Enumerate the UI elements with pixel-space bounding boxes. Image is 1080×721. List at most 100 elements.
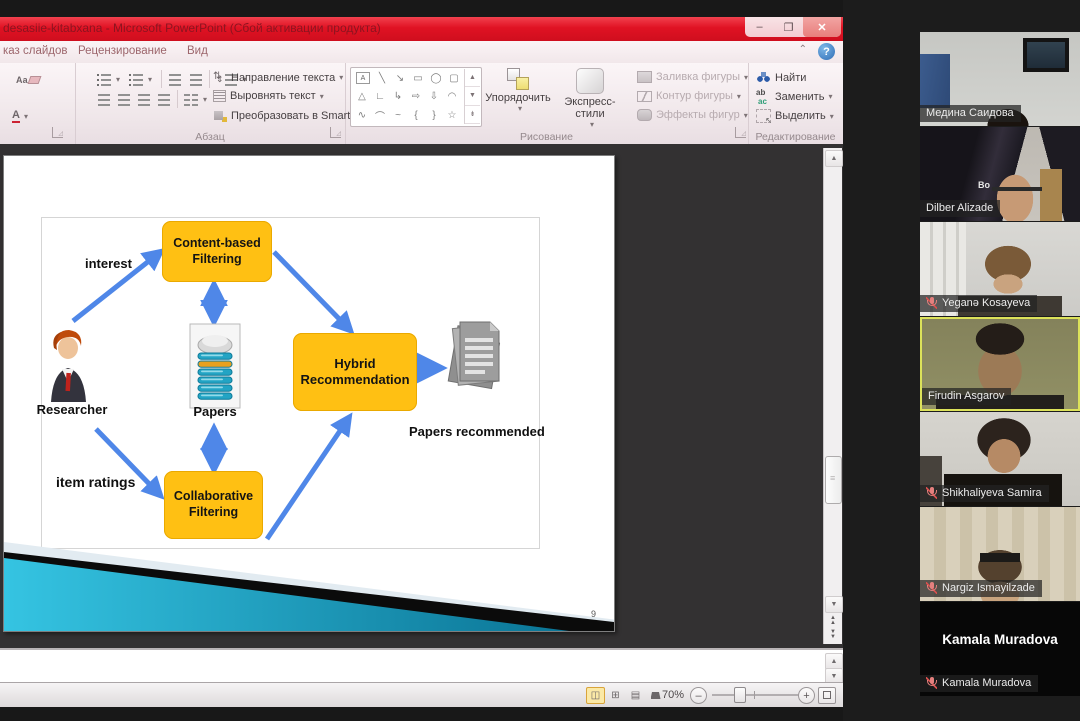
clear-formatting-button[interactable]: Аа — [14, 70, 42, 89]
shape-option-6[interactable]: △ — [353, 88, 371, 106]
papers-stack-icon[interactable] — [444, 312, 514, 414]
zoom-slider-thumb[interactable] — [734, 687, 746, 703]
columns-button[interactable] — [182, 90, 209, 109]
select-button[interactable]: Выделить — [756, 109, 834, 123]
reading-view-button[interactable]: ▤ — [626, 687, 645, 704]
zoom-slider-tick — [754, 691, 755, 699]
shape-option-8[interactable]: ↳ — [389, 88, 407, 106]
help-icon[interactable]: ? — [818, 43, 835, 60]
hybrid-recommendation-node[interactable]: Hybrid Recommendation — [293, 333, 417, 411]
font-color-button[interactable]: А — [10, 107, 30, 126]
shape-option-11[interactable]: ◠ — [443, 88, 461, 106]
zoom-in-button[interactable]: + — [798, 687, 815, 704]
participant-tile-kamala[interactable]: Kamala MuradovaKamala Muradova — [920, 602, 1080, 696]
increase-indent-icon — [189, 73, 204, 86]
numbering-button[interactable] — [127, 70, 154, 89]
shape-option-5[interactable]: ▢ — [445, 69, 463, 87]
paragraph-dialog-launcher[interactable] — [330, 127, 341, 138]
zoom-slider-track[interactable] — [712, 694, 798, 696]
shape-option-0[interactable]: A — [356, 72, 370, 84]
participant-name-label: Dilber Alizade — [920, 200, 1000, 217]
justify-button[interactable] — [155, 90, 174, 109]
shape-outline-button[interactable]: Контур фигуры — [637, 90, 741, 102]
align-left-button[interactable] — [95, 90, 114, 109]
zoom-level[interactable]: 70% — [662, 689, 684, 701]
shape-option-16[interactable]: } — [425, 106, 443, 124]
align-right-button[interactable] — [135, 90, 154, 109]
drawing-dialog-launcher[interactable] — [735, 127, 746, 138]
find-button[interactable]: Найти — [756, 71, 806, 84]
gallery-more-icon[interactable]: ⇟ — [465, 106, 480, 124]
restore-button[interactable]: ❐ — [774, 17, 803, 37]
shapes-gallery: A╲↘▭◯▢ △∟↳⇨⇩◠ ∿⌒~{}☆ ▲ ▼ ⇟ — [350, 67, 482, 127]
participant-tile-samira[interactable]: Shikhaliyeva Samira — [920, 412, 1080, 506]
shape-option-10[interactable]: ⇩ — [425, 88, 443, 106]
shape-option-14[interactable]: ~ — [389, 106, 407, 124]
participant-tile-firudin[interactable]: Firudin Asgarov — [920, 317, 1080, 411]
arrange-button[interactable]: Упорядочить — [482, 66, 554, 130]
normal-view-button[interactable]: ◫ — [586, 687, 605, 704]
content-based-filtering-node[interactable]: Content-based Filtering — [162, 221, 272, 282]
text-direction-button[interactable]: ⇅ Направление текста — [213, 71, 343, 84]
shape-option-3[interactable]: ▭ — [409, 69, 427, 87]
scrollbar-thumb[interactable] — [825, 456, 842, 504]
shape-option-15[interactable]: { — [407, 106, 425, 124]
minimize-button[interactable]: – — [745, 17, 774, 37]
close-button[interactable]: ✕ — [803, 17, 841, 37]
collapse-ribbon-icon[interactable]: ⌃ — [799, 44, 807, 55]
zoom-out-button[interactable]: – — [690, 687, 707, 704]
participant-tile-yegana[interactable]: Yeganə Kosayeva — [920, 222, 1080, 316]
ribbon: Аа А ⇕ — [0, 63, 843, 145]
tab-slideshow-partial[interactable]: каз слайдов — [3, 45, 68, 57]
shape-option-4[interactable]: ◯ — [427, 69, 445, 87]
bullets-button[interactable] — [95, 70, 122, 89]
arrange-icon — [507, 68, 529, 90]
slide-sorter-view-button[interactable]: ⊞ — [606, 687, 625, 704]
researcher-icon[interactable] — [41, 326, 96, 402]
participant-tile-dilber[interactable]: BoDilber Alizade — [920, 127, 1080, 221]
decrease-indent-button[interactable] — [166, 70, 185, 89]
replace-button[interactable]: Заменить — [756, 90, 832, 103]
participant-tile-medina[interactable]: Медина Саидова — [920, 32, 1080, 126]
title-bar[interactable]: desasiie-kitabxana - Microsoft PowerPoin… — [0, 17, 843, 41]
papers-database-icon[interactable] — [189, 323, 241, 409]
scroll-down-icon[interactable]: ▼ — [825, 596, 843, 613]
quick-styles-button[interactable]: Экспресс-стили — [554, 66, 626, 130]
align-text-icon — [213, 90, 226, 102]
tab-review[interactable]: Рецензирование — [78, 45, 167, 57]
previous-slide-icon[interactable]: ▲▲ — [826, 616, 840, 626]
collaborative-filtering-node[interactable]: Collaborative Filtering — [164, 471, 263, 539]
align-right-icon — [137, 93, 152, 106]
columns-icon — [184, 93, 199, 106]
shape-option-9[interactable]: ⇨ — [407, 88, 425, 106]
separator — [209, 70, 210, 88]
screen: desasiie-kitabxana - Microsoft PowerPoin… — [0, 0, 1080, 721]
scroll-up-icon[interactable]: ▲ — [825, 150, 843, 167]
gallery-scroll-up-icon[interactable]: ▲ — [465, 69, 480, 87]
vertical-scrollbar[interactable]: ▲ ▼ ▲▲ ▼▼ — [823, 148, 842, 644]
shape-effects-button[interactable]: Эффекты фигур — [637, 109, 748, 121]
align-center-button[interactable] — [115, 90, 134, 109]
fit-to-window-button[interactable] — [818, 687, 836, 704]
muted-mic-icon — [926, 677, 937, 689]
align-text-button[interactable]: Выровнять текст — [213, 90, 324, 102]
next-slide-icon[interactable]: ▼▼ — [826, 630, 840, 640]
tab-view[interactable]: Вид — [187, 45, 208, 57]
notes-pane[interactable]: ▲ ▼ — [0, 648, 843, 684]
text-direction-icon: ⇅ — [213, 71, 227, 84]
font-dialog-launcher[interactable] — [52, 127, 63, 138]
increase-indent-button[interactable] — [187, 70, 206, 89]
bullets-icon — [97, 73, 112, 86]
slide-canvas[interactable]: Researcher — [3, 155, 615, 632]
ribbon-group-drawing: A╲↘▭◯▢ △∟↳⇨⇩◠ ∿⌒~{}☆ ▲ ▼ ⇟ Упорядочить Экс… — [345, 63, 749, 144]
shape-option-2[interactable]: ↘ — [391, 69, 409, 87]
participant-tile-nargiz[interactable]: Nargiz Ismayilzade — [920, 507, 1080, 601]
gallery-scroll-down-icon[interactable]: ▼ — [465, 87, 480, 105]
shape-option-12[interactable]: ∿ — [353, 106, 371, 124]
shape-option-1[interactable]: ╲ — [373, 69, 391, 87]
shape-option-7[interactable]: ∟ — [371, 88, 389, 106]
shape-fill-button[interactable]: Заливка фигуры — [637, 71, 748, 83]
shape-option-17[interactable]: ☆ — [443, 106, 461, 124]
shape-outline-icon — [637, 91, 652, 102]
shape-option-13[interactable]: ⌒ — [371, 106, 389, 124]
